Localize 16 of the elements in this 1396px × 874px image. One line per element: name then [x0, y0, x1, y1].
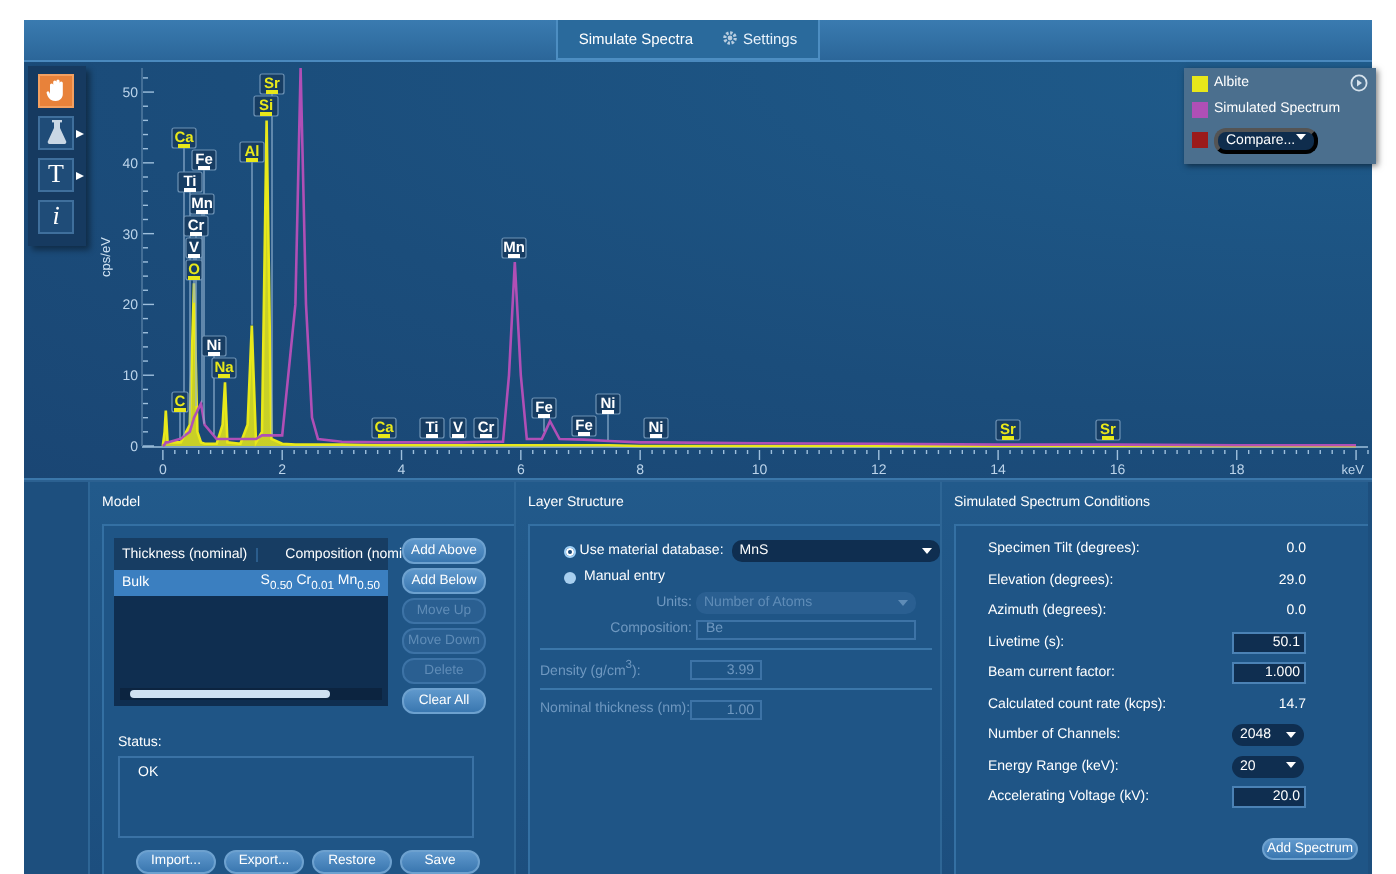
leader-line [607, 413, 609, 441]
radio-button[interactable] [564, 545, 576, 557]
caret-icon [898, 599, 908, 607]
gear-icon [721, 30, 737, 47]
flask-icon [45, 120, 67, 145]
leader-line [543, 417, 545, 432]
hand-icon [45, 78, 67, 103]
tool-button[interactable]: i [38, 199, 74, 234]
caret-icon [922, 547, 932, 555]
caret-icon [1296, 133, 1306, 142]
play-icon[interactable] [1350, 73, 1368, 92]
caret-icon [1286, 762, 1296, 771]
scrollbar[interactable] [120, 688, 382, 700]
tool-button[interactable] [38, 73, 74, 108]
radio-button[interactable] [564, 571, 576, 583]
caret-icon [1286, 731, 1296, 740]
